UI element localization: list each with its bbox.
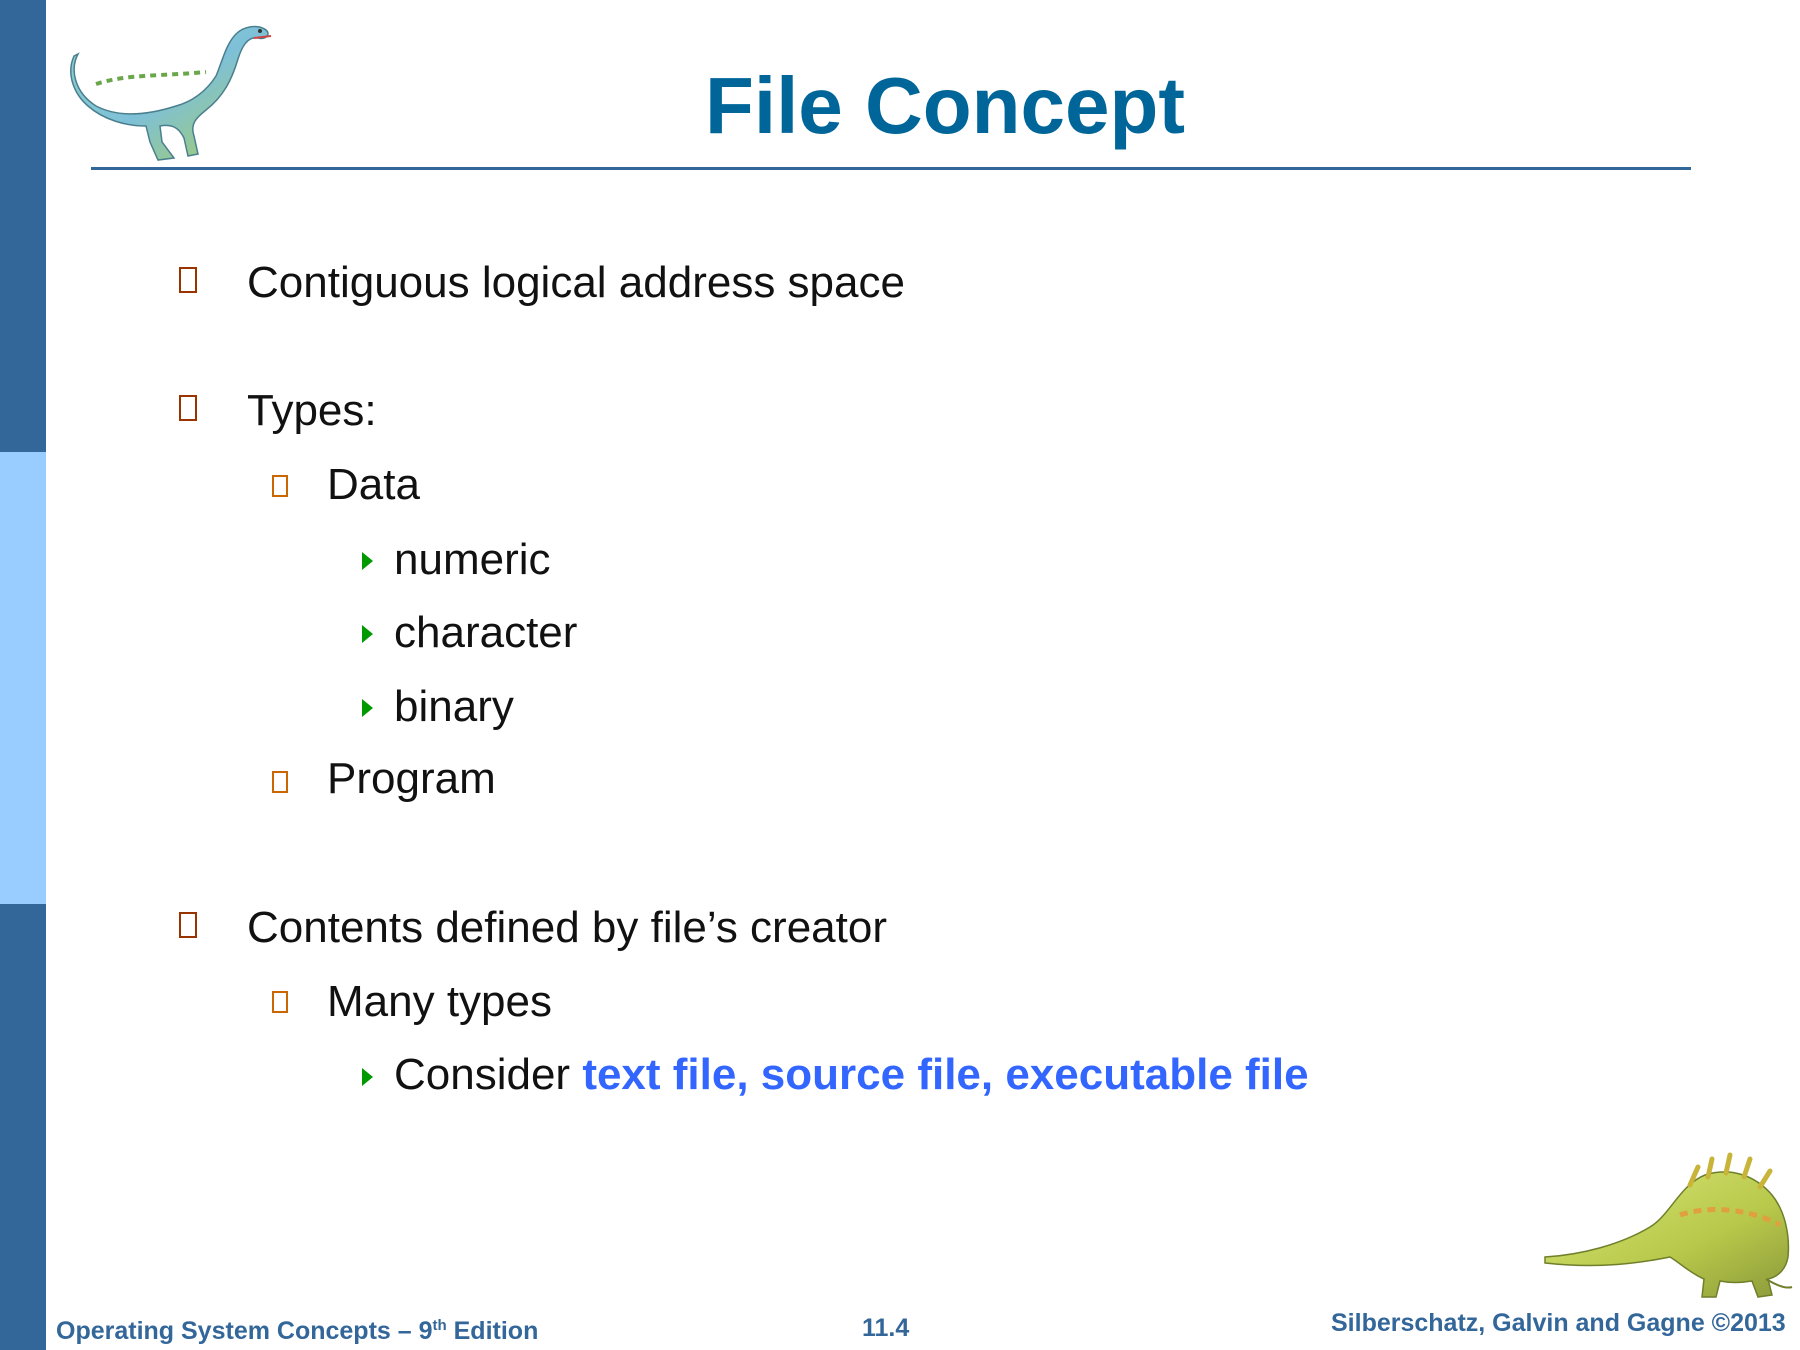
square-bullet-icon bbox=[272, 991, 288, 1013]
bullet-item: binary bbox=[394, 682, 514, 731]
square-bullet-icon bbox=[272, 475, 288, 497]
footer-book-suffix: Edition bbox=[446, 1317, 539, 1345]
bullet-item: numeric bbox=[394, 535, 551, 584]
square-bullet-icon bbox=[179, 267, 197, 293]
bullet-item: Program bbox=[327, 754, 496, 803]
bullet-item: Contents defined by file’s creator bbox=[247, 903, 887, 952]
footer-copyright: Silberschatz, Galvin and Gagne ©2013 bbox=[1331, 1309, 1786, 1337]
bullet-item: Data bbox=[327, 460, 420, 509]
bullet-item: Many types bbox=[327, 977, 552, 1026]
bullet-item: Consider text file, source file, executa… bbox=[394, 1053, 1309, 1097]
bullet-list: Contiguous logical address space Types: … bbox=[0, 0, 1800, 1350]
highlighted-file-types: text file, source file, executable file bbox=[582, 1050, 1309, 1099]
bullet-item: Contiguous logical address space bbox=[247, 258, 905, 307]
slide: File Concept Contiguous logical address … bbox=[0, 0, 1800, 1350]
footer-book-title: Operating System Concepts – 9th Edition bbox=[56, 1318, 538, 1344]
square-bullet-icon bbox=[179, 395, 197, 421]
square-bullet-icon bbox=[272, 771, 288, 793]
triangle-bullet-icon bbox=[362, 552, 373, 570]
bullet-item: Types: bbox=[247, 386, 377, 435]
bullet-item: character bbox=[394, 608, 578, 657]
triangle-bullet-icon bbox=[362, 1068, 373, 1086]
footer-book-prefix: Operating System Concepts – 9 bbox=[56, 1317, 433, 1345]
dinosaur-logo-icon bbox=[1544, 1152, 1793, 1298]
triangle-bullet-icon bbox=[362, 699, 373, 717]
bullet-item-lead: Consider bbox=[394, 1050, 583, 1099]
footer-book-sup: th bbox=[432, 1317, 447, 1334]
square-bullet-icon bbox=[179, 912, 197, 938]
footer-page-number: 11.4 bbox=[862, 1314, 910, 1342]
triangle-bullet-icon bbox=[362, 625, 373, 643]
